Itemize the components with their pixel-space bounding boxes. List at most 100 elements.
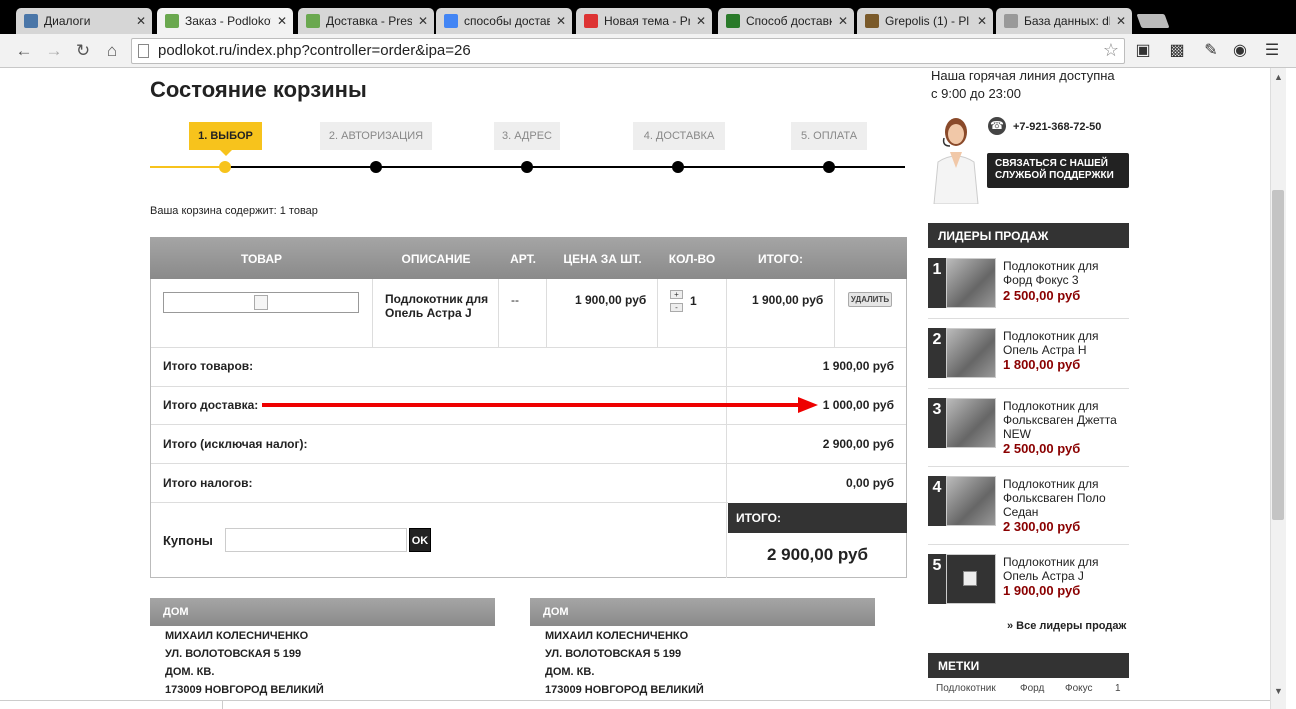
- tax-value: 0,00 руб: [846, 476, 894, 490]
- scrollbar-thumb[interactable]: [1272, 190, 1284, 520]
- grand-total-value: 2 900,00 руб: [766, 545, 868, 564]
- browser-tab[interactable]: Заказ - Podlokot ✕: [157, 8, 293, 34]
- camera-extension-icon[interactable]: ◉: [1230, 41, 1250, 61]
- close-tab-icon[interactable]: ✕: [277, 14, 287, 28]
- product-description[interactable]: Подлокотник для Опель Астра J: [385, 292, 493, 320]
- tab-title: способы доставки: [464, 14, 550, 28]
- bestseller-name[interactable]: Подлокотник для Опель Астра J: [1003, 555, 1129, 583]
- tag-link[interactable]: Фокус: [1065, 683, 1093, 694]
- progress-dot: [219, 161, 231, 173]
- bestseller-image[interactable]: [946, 258, 996, 308]
- step-address[interactable]: 3. АДРЕС: [494, 122, 560, 150]
- eyedropper-extension-icon[interactable]: ✎: [1201, 41, 1221, 61]
- row-divider: [151, 463, 906, 464]
- tab-title: Grepolis (1) - Pl: [885, 14, 970, 28]
- product-qty[interactable]: 1: [690, 294, 697, 308]
- browser-tab[interactable]: Доставка - Presta ✕: [298, 8, 434, 34]
- tag-link[interactable]: Форд: [1020, 683, 1044, 694]
- close-tab-icon[interactable]: ✕: [1116, 14, 1126, 28]
- red-arrow-annotation: [262, 397, 818, 413]
- close-tab-icon[interactable]: ✕: [136, 14, 146, 28]
- tab-favicon-icon: [865, 14, 879, 28]
- address-line: ДОМ. КВ.: [165, 666, 215, 678]
- close-tab-icon[interactable]: ✕: [977, 14, 987, 28]
- extension-icon[interactable]: ▩: [1167, 41, 1187, 61]
- incognito-extension-icon[interactable]: ▣: [1133, 41, 1153, 61]
- progress-line-active: [150, 166, 225, 168]
- bestseller-image[interactable]: [946, 476, 996, 526]
- progress-dot: [370, 161, 382, 173]
- step-delivery[interactable]: 4. ДОСТАВКА: [633, 122, 725, 150]
- browser-tab[interactable]: способы доставки ✕: [436, 8, 572, 34]
- menu-icon[interactable]: ☰: [1262, 41, 1282, 61]
- step-choice[interactable]: 1. ВЫБОР: [189, 122, 262, 156]
- close-tab-icon[interactable]: ✕: [696, 14, 706, 28]
- bestseller-name[interactable]: Подлокотник для Опель Астра Н: [1003, 329, 1129, 357]
- coupon-input[interactable]: [225, 528, 407, 552]
- tag-link[interactable]: 1: [1115, 683, 1121, 694]
- address-line: УЛ. ВОЛОТОВСКАЯ 5 199: [165, 648, 302, 660]
- browser-tab[interactable]: Новая тема - Pres ✕: [576, 8, 712, 34]
- header-total: ИТОГО:: [758, 252, 803, 266]
- bestseller-rank: 4: [928, 476, 946, 526]
- bestseller-name[interactable]: Подлокотник для Фольксваген Поло Седан: [1003, 477, 1129, 519]
- browser-tab[interactable]: Grepolis (1) - Pl ✕: [857, 8, 993, 34]
- column-divider: [498, 279, 499, 347]
- all-bestsellers-link[interactable]: » Все лидеры продаж: [1007, 620, 1126, 632]
- product-sku: --: [511, 293, 519, 307]
- tag-link[interactable]: Подлокотник: [936, 683, 996, 694]
- forward-arrow-icon[interactable]: →: [44, 41, 64, 61]
- column-divider: [726, 279, 727, 578]
- new-tab-button[interactable]: [1136, 14, 1170, 28]
- divider: [928, 388, 1129, 389]
- product-unit-price: 1 900,00 руб: [575, 293, 647, 307]
- qty-increase-button[interactable]: +: [670, 290, 683, 299]
- close-tab-icon[interactable]: ✕: [556, 14, 566, 28]
- reload-icon[interactable]: ↻: [73, 41, 93, 61]
- support-button-line: СВЯЗАТЬСЯ С НАШЕЙ: [995, 158, 1108, 169]
- url-text[interactable]: podlokot.ru/index.php?controller=order&i…: [158, 42, 471, 59]
- tab-favicon-icon: [584, 14, 598, 28]
- bestseller-name[interactable]: Подлокотник для Форд Фокус 3: [1003, 259, 1129, 287]
- product-image[interactable]: [163, 292, 359, 313]
- address-line: ДОМ. КВ.: [545, 666, 595, 678]
- qty-decrease-button[interactable]: -: [670, 303, 683, 312]
- column-divider: [657, 279, 658, 347]
- browser-tab[interactable]: Способ доставки ✕: [718, 8, 854, 34]
- bestseller-name[interactable]: Подлокотник для Фольксваген Джетта NEW: [1003, 399, 1129, 441]
- header-description: ОПИСАНИЕ: [401, 252, 471, 266]
- coupon-ok-button[interactable]: OK: [409, 528, 431, 552]
- column-divider: [834, 279, 835, 347]
- close-tab-icon[interactable]: ✕: [838, 14, 848, 28]
- step-payment[interactable]: 5. ОПЛАТА: [791, 122, 867, 150]
- row-divider: [151, 424, 906, 425]
- shipping-value: 1 000,00 руб: [822, 398, 894, 412]
- contact-support-button[interactable]: СВЯЗАТЬСЯ С НАШЕЙ СЛУЖБОЙ ПОДДЕРЖКИ: [987, 153, 1129, 188]
- tab-title: Способ доставки: [746, 14, 832, 28]
- tab-favicon-icon: [306, 14, 320, 28]
- bookmark-star-icon[interactable]: ☆: [1101, 40, 1121, 60]
- home-icon[interactable]: ⌂: [102, 41, 122, 61]
- subtotal-value: 1 900,00 руб: [822, 359, 894, 373]
- step-authorization[interactable]: 2. АВТОРИЗАЦИЯ: [320, 122, 432, 150]
- bestseller-image[interactable]: [946, 398, 996, 448]
- delete-button[interactable]: УДАЛИТЬ: [848, 292, 892, 307]
- bestseller-image[interactable]: [946, 328, 996, 378]
- browser-tab[interactable]: Диалоги ✕: [16, 8, 152, 34]
- browser-tab[interactable]: База данных: db ✕: [996, 8, 1132, 34]
- hotline-line: Наша горячая линия доступна: [931, 68, 1115, 83]
- scroll-up-arrow-icon[interactable]: ▲: [1274, 72, 1283, 82]
- bestseller-image[interactable]: [946, 554, 996, 604]
- back-arrow-icon[interactable]: ←: [14, 41, 34, 61]
- subtotal-label: Итого товаров:: [163, 359, 254, 373]
- address-line: УЛ. ВОЛОТОВСКАЯ 5 199: [545, 648, 682, 660]
- tab-title: Заказ - Podlokot: [185, 14, 271, 28]
- progress-dot: [823, 161, 835, 173]
- cart-count-text: Ваша корзина содержит: 1 товар: [150, 205, 318, 217]
- scroll-down-arrow-icon[interactable]: ▼: [1274, 686, 1283, 696]
- close-tab-icon[interactable]: ✕: [418, 14, 428, 28]
- tags-heading: МЕТКИ: [928, 653, 1129, 678]
- tab-favicon-icon: [24, 14, 38, 28]
- phone-number[interactable]: +7-921-368-72-50: [1013, 121, 1101, 133]
- page-bottom-divider: [0, 700, 1270, 701]
